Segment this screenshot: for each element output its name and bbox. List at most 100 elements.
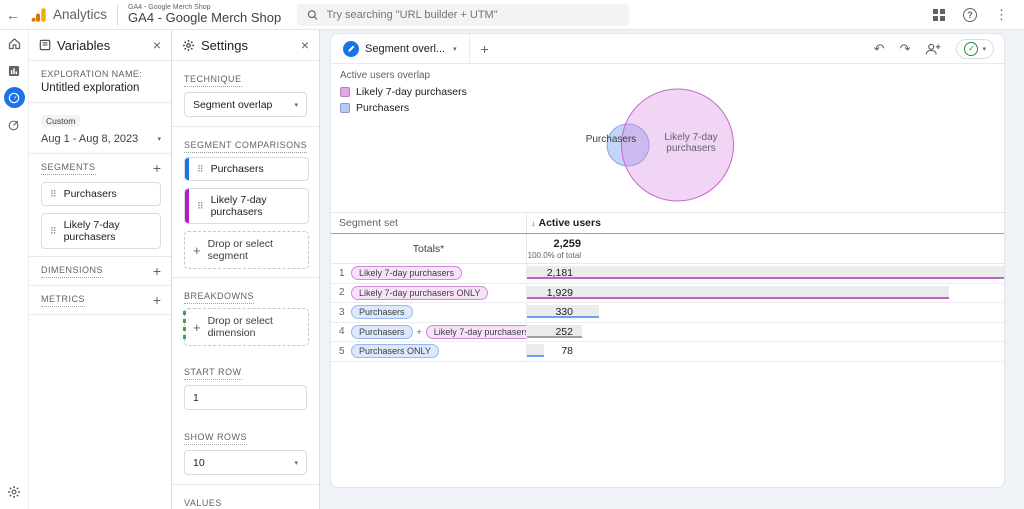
undo-icon[interactable]: ↶ bbox=[874, 42, 885, 55]
value-text: 330 bbox=[527, 306, 573, 318]
share-user-icon[interactable] bbox=[925, 42, 941, 56]
value-text: 2,181 bbox=[527, 267, 573, 279]
value-text: 1,929 bbox=[527, 287, 573, 299]
legend-item: Purchasers bbox=[340, 102, 467, 114]
exploration-name-value[interactable]: Untitled exploration bbox=[41, 82, 161, 94]
table-row[interactable]: 2Likely 7-day purchasers ONLY 1,929 bbox=[331, 284, 1004, 304]
edit-pencil-icon bbox=[343, 41, 359, 57]
segment-pills: Purchasers bbox=[351, 305, 526, 319]
home-icon bbox=[7, 36, 22, 51]
comparison-card-likely7day[interactable]: ⠿ Likely 7-day purchasers bbox=[184, 188, 309, 224]
chevron-down-icon: ▾ bbox=[453, 45, 457, 53]
table-row[interactable]: 3Purchasers 330 bbox=[331, 303, 1004, 323]
add-dimension-icon[interactable]: + bbox=[153, 264, 161, 278]
segment-card-label: Purchasers bbox=[64, 188, 117, 200]
segment-pill[interactable]: Likely 7-day purchasers ONLY bbox=[351, 286, 488, 300]
segment-pill[interactable]: Purchasers bbox=[351, 325, 413, 339]
property-switcher[interactable]: GA4 - Google Merch Shop GA4 - Google Mer… bbox=[128, 4, 281, 26]
back-icon[interactable]: ← bbox=[0, 7, 26, 23]
value-bar bbox=[527, 286, 949, 299]
show-rows-value: 10 bbox=[193, 457, 205, 469]
help-icon[interactable]: ? bbox=[963, 8, 977, 22]
more-menu-icon[interactable]: ⋮ bbox=[995, 7, 1008, 23]
comparison-card-label: Purchasers bbox=[211, 163, 264, 175]
add-tab-button[interactable]: + bbox=[470, 41, 500, 57]
comparison-card-purchasers[interactable]: ⠿ Purchasers bbox=[184, 157, 309, 181]
apps-grid-icon[interactable] bbox=[933, 9, 945, 21]
redo-icon[interactable]: ↷ bbox=[900, 42, 911, 55]
start-row-section: START ROW bbox=[172, 354, 319, 380]
venn-label-purchasers: Purchasers bbox=[581, 134, 641, 145]
active-users-column-header[interactable]: ↓ Active users bbox=[526, 213, 1004, 233]
totals-value-cell: 2,259 100.0% of total bbox=[526, 234, 1004, 263]
breakdowns-label: BREAKDOWNS bbox=[184, 291, 254, 304]
table-row[interactable]: 4Purchasers+Likely 7-day purchasers252 bbox=[331, 323, 1004, 343]
date-range-picker[interactable]: Aug 1 - Aug 8, 2023 ▾ bbox=[41, 133, 161, 145]
date-range-value: Aug 1 - Aug 8, 2023 bbox=[41, 133, 138, 145]
value-text: 78 bbox=[527, 345, 573, 357]
segment-pill[interactable]: Likely 7-day purchasers bbox=[351, 266, 462, 280]
table-row[interactable]: 1Likely 7-day purchasers2,181 bbox=[331, 264, 1004, 284]
segment-pill[interactable]: Purchasers bbox=[351, 305, 413, 319]
venn-label-likely7day: Likely 7-day purchasers bbox=[651, 132, 731, 154]
variables-title: Variables bbox=[57, 38, 110, 53]
add-segment-icon[interactable]: + bbox=[153, 161, 161, 175]
close-icon[interactable]: × bbox=[153, 38, 161, 52]
nav-reports[interactable] bbox=[0, 57, 28, 84]
nav-explore-selected[interactable] bbox=[0, 84, 28, 111]
sort-desc-icon: ↓ bbox=[531, 218, 536, 228]
technique-section: TECHNIQUE bbox=[172, 61, 319, 87]
drop-dimension-zone[interactable]: + Drop or select dimension bbox=[184, 308, 309, 346]
technique-select[interactable]: Segment overlap ▾ bbox=[184, 92, 307, 117]
green-drop-accent bbox=[183, 311, 186, 343]
drag-handle-icon[interactable]: ⠿ bbox=[197, 201, 204, 212]
drop-segment-zone[interactable]: + Drop or select segment bbox=[184, 231, 309, 269]
metrics-label: METRICS bbox=[41, 294, 85, 307]
legend-label: Likely 7-day purchasers bbox=[356, 86, 467, 98]
segment-overlap-table: Segment set ↓ Active users Totals* 2,259… bbox=[331, 212, 1004, 362]
row-number: 2 bbox=[331, 287, 351, 298]
add-metric-icon[interactable]: + bbox=[153, 293, 161, 307]
segment-pill[interactable]: Purchasers ONLY bbox=[351, 344, 439, 358]
plus-icon: + bbox=[193, 320, 201, 335]
show-rows-section: SHOW ROWS bbox=[172, 419, 319, 445]
drag-handle-icon[interactable]: ⠿ bbox=[197, 164, 204, 175]
chevron-down-icon: ▾ bbox=[982, 45, 986, 53]
canvas-actions: ↶ ↷ ✓ ▾ bbox=[874, 39, 1004, 59]
segment-set-column-header[interactable]: Segment set bbox=[331, 217, 526, 229]
values-label: VALUES bbox=[184, 498, 222, 509]
chevron-down-icon: ▾ bbox=[294, 459, 298, 467]
drop-dimension-label: Drop or select dimension bbox=[208, 315, 300, 339]
segment-pills: Likely 7-day purchasers ONLY bbox=[351, 286, 526, 300]
divider bbox=[117, 4, 118, 26]
dimensions-section-header: DIMENSIONS + bbox=[29, 257, 171, 285]
check-glyph: ✓ bbox=[968, 44, 975, 53]
segment-accent bbox=[185, 189, 189, 223]
settings-title: Settings bbox=[201, 38, 248, 53]
search-icon bbox=[307, 9, 318, 21]
drag-handle-icon[interactable]: ⠿ bbox=[50, 189, 57, 200]
table-row[interactable]: 5Purchasers ONLY78 bbox=[331, 342, 1004, 362]
tab-segment-overlap[interactable]: Segment overl... ▾ bbox=[331, 34, 470, 63]
search-input[interactable] bbox=[327, 9, 620, 21]
close-icon[interactable]: × bbox=[301, 38, 309, 52]
drag-handle-icon[interactable]: ⠿ bbox=[50, 226, 57, 237]
venn-chart-area: Active users overlap Likely 7-day purcha… bbox=[331, 64, 1004, 212]
search-bar[interactable] bbox=[297, 4, 629, 26]
status-ok-dropdown[interactable]: ✓ ▾ bbox=[956, 39, 994, 59]
top-app-bar: ← Analytics GA4 - Google Merch Shop GA4 … bbox=[0, 0, 1024, 30]
legend-items: Likely 7-day purchasers Purchasers bbox=[340, 86, 467, 114]
segment-card-likely7day[interactable]: ⠿ Likely 7-day purchasers bbox=[41, 213, 161, 249]
row-number: 3 bbox=[331, 307, 351, 318]
nav-home[interactable] bbox=[0, 30, 28, 57]
settings-gear-icon bbox=[182, 39, 195, 52]
breakdowns-section: BREAKDOWNS bbox=[172, 278, 319, 306]
segment-pill[interactable]: Likely 7-day purchasers bbox=[426, 325, 526, 339]
dimensions-label: DIMENSIONS bbox=[41, 265, 103, 278]
show-rows-select[interactable]: 10 ▾ bbox=[184, 450, 307, 475]
technique-label: TECHNIQUE bbox=[184, 74, 242, 87]
start-row-input[interactable]: 1 bbox=[184, 385, 307, 410]
nav-advertising[interactable] bbox=[0, 111, 28, 138]
segment-card-purchasers[interactable]: ⠿ Purchasers bbox=[41, 182, 161, 206]
nav-admin[interactable] bbox=[0, 485, 28, 499]
